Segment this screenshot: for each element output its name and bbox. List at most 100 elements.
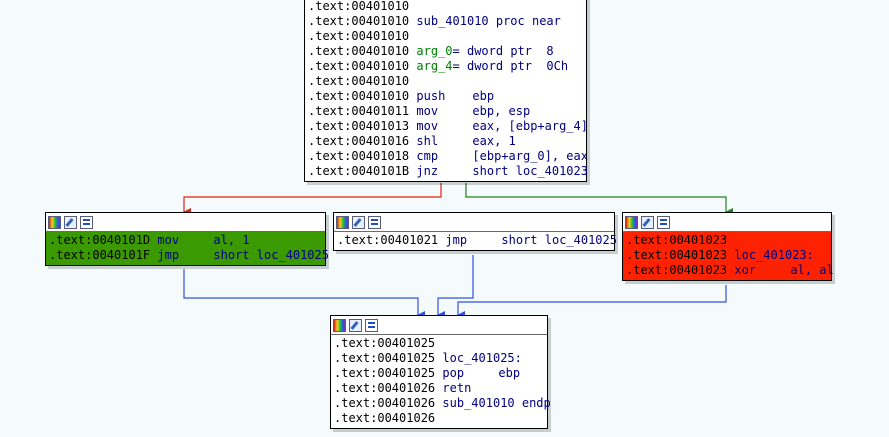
listing-text: sub_401010 proc near [416,14,561,28]
listing-line[interactable]: .text:00401011 mov ebp, esp [308,104,583,119]
listing-line[interactable]: .text:00401025 loc_401025: [334,351,544,366]
mnemonic: cmp [416,149,439,163]
address: .text:00401025 [334,336,436,350]
block-listing: .text:00401023 .text:00401023 loc_401023… [623,232,834,280]
graph-overview-icon[interactable] [368,215,381,229]
listing-text: loc_401023: [734,248,814,262]
listing-line[interactable]: .text:00401016 shl eax, 1 [308,134,583,149]
mnemonic: pop [442,366,465,380]
listing-line[interactable]: .text:00401010 [308,74,583,89]
operands[interactable]: short loc_401025 [501,233,617,247]
listing-line[interactable]: .text:00401021 jmp short loc_401025 [337,233,617,248]
mnemonic: retn [442,381,472,395]
operands[interactable]: short loc_401025 [213,248,329,262]
rename-icon[interactable] [64,215,77,229]
mnemonic: mov [416,119,439,133]
edge-false-branch[interactable] [183,183,442,216]
address: .text:00401010 [308,29,410,43]
listing-line[interactable]: .text:00401026 [334,411,544,426]
address: .text:0040101F [49,248,151,262]
address: .text:00401018 [308,149,410,163]
graph-overview-icon[interactable] [657,215,670,229]
mnemonic: mov [157,233,180,247]
color-palette-icon[interactable] [333,318,346,332]
block-titlebar [46,213,325,232]
graph-overview-icon[interactable] [80,215,93,229]
rename-icon[interactable] [352,215,365,229]
edge-true-branch[interactable] [465,183,733,216]
listing-line[interactable]: .text:00401010 sub_401010 proc near [308,14,583,29]
listing-line[interactable]: .text:0040101B jnz short loc_401023 [308,164,588,179]
basic-block-entry[interactable]: .text:00401010 .text:00401010 sub_401010… [304,0,588,182]
stack-var-name[interactable]: arg_4 [416,59,452,73]
address: .text:00401025 [334,366,436,380]
block-listing: .text:00401025 .text:00401025 loc_401025… [331,335,551,428]
address: .text:00401013 [308,119,410,133]
mnemonic: jmp [445,233,468,247]
rename-icon[interactable] [349,318,362,332]
listing-line[interactable]: .text:0040101D mov al, 1 [49,233,322,248]
operands[interactable]: al, 1 [213,233,249,247]
address: .text:00401010 [308,59,410,73]
stack-var-def: = dword ptr 0Ch [452,59,569,73]
listing-line[interactable]: .text:00401025 [334,336,544,351]
listing-line[interactable]: .text:00401026 retn [334,381,544,396]
basic-block-loc-401025[interactable]: .text:00401025 .text:00401025 loc_401025… [330,315,551,429]
address: .text:00401010 [308,0,410,13]
listing-text: sub_401010 endp [442,396,551,410]
graph-overview-icon[interactable] [365,318,378,332]
operands[interactable]: [ebp+arg_0], eax [472,149,588,163]
operands[interactable]: eax, [ebp+arg_4] [472,119,588,133]
address: .text:00401026 [334,411,436,425]
rename-icon[interactable] [641,215,654,229]
listing-line[interactable]: .text:00401023 xor al, al [626,263,834,278]
basic-block-loc-401023[interactable]: .text:00401023 .text:00401023 loc_401023… [622,212,834,281]
listing-line[interactable]: .text:00401026 sub_401010 endp [334,396,551,411]
mnemonic: xor [734,263,757,277]
address: .text:00401023 [626,248,728,262]
address: .text:00401010 [308,44,410,58]
listing-line[interactable]: .text:00401010 [308,0,583,14]
color-palette-icon[interactable] [48,215,61,229]
listing-line[interactable]: .text:0040101F jmp short loc_401025 [49,248,329,263]
stack-var-name[interactable]: arg_0 [416,44,452,58]
edge-left-to-bottom[interactable] [183,269,425,319]
stack-var-def: = dword ptr 8 [452,44,554,58]
address: .text:00401010 [308,74,410,88]
basic-block-fallthrough[interactable]: .text:0040101D mov al, 1 .text:0040101F jm… [45,212,329,266]
listing-line[interactable]: .text:00401023 loc_401023: [626,248,828,263]
operands[interactable]: ebp [498,366,520,380]
block-listing: .text:00401021 jmp short loc_401025 [334,232,617,250]
listing-line[interactable]: .text:00401010 push ebp [308,89,583,104]
listing-line[interactable]: .text:00401010 arg_4= dword ptr 0Ch [308,59,583,74]
listing-line[interactable]: .text:00401018 cmp [ebp+arg_0], eax [308,149,588,164]
listing-line[interactable]: .text:00401025 pop ebp [334,366,544,381]
edge-middle-to-bottom[interactable] [437,255,474,319]
color-palette-icon[interactable] [625,215,638,229]
block-titlebar [623,213,831,232]
address: .text:00401026 [334,396,436,410]
listing-text: loc_401025: [442,351,522,365]
address: .text:00401010 [308,89,410,103]
listing-line[interactable]: .text:00401023 [626,233,828,248]
edge-right-to-bottom[interactable] [457,285,727,319]
address: .text:00401026 [334,381,436,395]
mnemonic: shl [416,134,439,148]
operands[interactable]: al, al [790,263,833,277]
address: .text:00401010 [308,14,410,28]
listing-line[interactable]: .text:00401013 mov eax, [ebp+arg_4] [308,119,588,134]
basic-block-jump[interactable]: .text:00401021 jmp short loc_401025 [333,212,617,251]
listing-line[interactable]: .text:00401010 arg_0= dword ptr 8 [308,44,583,59]
operands[interactable]: eax, 1 [472,134,515,148]
listing-line[interactable]: .text:00401010 [308,29,583,44]
operands[interactable]: ebp, esp [472,104,530,118]
operands[interactable]: short loc_401023 [472,164,588,178]
color-palette-icon[interactable] [336,215,349,229]
address: .text:00401011 [308,104,410,118]
address: .text:0040101D [49,233,151,247]
address: .text:00401023 [626,263,728,277]
address: .text:00401025 [334,351,436,365]
mnemonic: jnz [416,164,439,178]
mnemonic: push [416,89,446,103]
operands[interactable]: ebp [472,89,494,103]
